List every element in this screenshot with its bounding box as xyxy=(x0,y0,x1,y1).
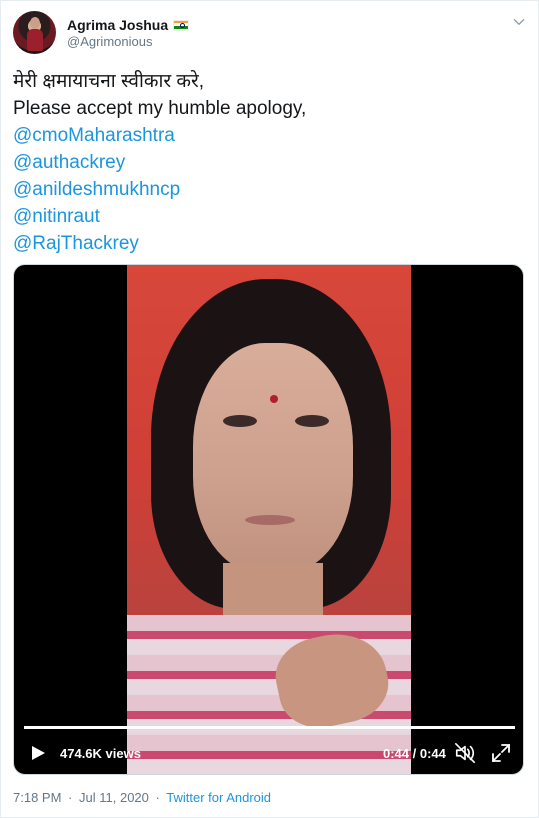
video-bindi xyxy=(270,395,278,403)
meta-separator: · xyxy=(155,790,160,805)
avatar[interactable] xyxy=(13,11,56,54)
mention-link[interactable]: @cmoMaharashtra xyxy=(13,122,528,149)
tweet-time[interactable]: 7:18 PM xyxy=(13,790,61,805)
video-eye-right xyxy=(295,415,329,427)
video-progress-bar[interactable] xyxy=(24,726,515,729)
tweet-date[interactable]: Jul 11, 2020 xyxy=(79,790,149,805)
tweet-source-link[interactable]: Twitter for Android xyxy=(166,790,271,805)
avatar-face xyxy=(30,17,40,29)
mention-link[interactable]: @nitinraut xyxy=(13,203,528,230)
volume-muted-icon[interactable] xyxy=(454,742,476,764)
name-row: Agrima Joshua xyxy=(67,16,190,34)
tweet-meta: 7:18 PM · Jul 11, 2020 · Twitter for And… xyxy=(13,790,271,805)
user-handle[interactable]: @Agrimonious xyxy=(67,34,152,49)
video-eye-left xyxy=(223,415,257,427)
tweet-header: Agrima Joshua @Agrimonious xyxy=(13,11,528,55)
chevron-down-icon[interactable] xyxy=(512,15,526,29)
fullscreen-icon[interactable] xyxy=(491,743,511,763)
tweet-text: मेरी क्षमायाचना स्वीकार करे, Please acce… xyxy=(13,68,528,257)
avatar-figure xyxy=(27,29,43,51)
meta-separator: · xyxy=(68,790,73,805)
video-controls: 474.6K views 0:44 / 0:44 xyxy=(14,733,523,773)
video-lips xyxy=(245,515,295,525)
video-frame[interactable] xyxy=(127,265,411,774)
video-player[interactable]: 474.6K views 0:44 / 0:44 xyxy=(13,264,524,775)
tweet-line-english: Please accept my humble apology, xyxy=(13,98,307,119)
india-flag-icon xyxy=(173,19,190,31)
mention-link[interactable]: @RajThackrey xyxy=(13,230,528,257)
video-time: 0:44 / 0:44 xyxy=(383,746,446,761)
play-icon[interactable] xyxy=(30,745,46,761)
mention-link[interactable]: @authackrey xyxy=(13,149,528,176)
video-face xyxy=(193,343,353,573)
video-progress-fill xyxy=(24,726,515,729)
mention-link[interactable]: @anildeshmukhncp xyxy=(13,176,528,203)
tweet-line-hindi: मेरी क्षमायाचना स्वीकार करे, xyxy=(13,71,205,92)
display-name[interactable]: Agrima Joshua xyxy=(67,17,168,33)
video-views: 474.6K views xyxy=(60,746,141,761)
tweet-card: Agrima Joshua @Agrimonious मेरी क्षमायाच… xyxy=(0,0,539,818)
